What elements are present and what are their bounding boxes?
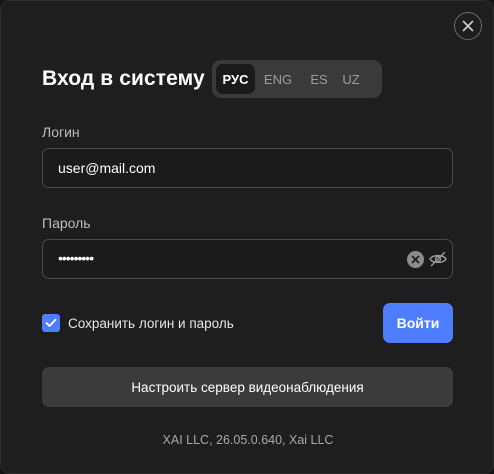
password-value: •••••••••	[58, 250, 94, 266]
password-field[interactable]: •••••••••	[42, 239, 453, 279]
close-icon	[462, 20, 474, 32]
login-dialog: Вход в систему РУС ENG ES UZ Логин user@…	[0, 0, 494, 474]
remember-checkbox[interactable]	[42, 314, 60, 332]
login-button[interactable]: Войти	[383, 303, 453, 343]
lang-option-uz[interactable]: UZ	[337, 64, 365, 94]
login-label: Логин	[42, 124, 80, 140]
lang-option-en[interactable]: ENG	[259, 64, 297, 94]
page-title: Вход в систему	[42, 67, 205, 90]
close-button[interactable]	[454, 12, 482, 40]
remember-label[interactable]: Сохранить логин и пароль	[68, 316, 234, 331]
configure-server-button[interactable]: Настроить сервер видеонаблюдения	[42, 367, 453, 407]
language-switcher: РУС ENG ES UZ	[212, 60, 382, 98]
clear-icon[interactable]	[407, 251, 424, 268]
login-field[interactable]: user@mail.com	[42, 148, 453, 188]
version-footer: XAI LLC, 26.05.0.640, Xai LLC	[162, 433, 334, 447]
login-value: user@mail.com	[58, 160, 156, 176]
eye-off-icon[interactable]	[428, 249, 448, 269]
lang-option-es[interactable]: ES	[305, 64, 333, 94]
password-label: Пароль	[42, 215, 91, 231]
lang-option-ru[interactable]: РУС	[216, 64, 255, 94]
check-icon	[45, 318, 57, 327]
